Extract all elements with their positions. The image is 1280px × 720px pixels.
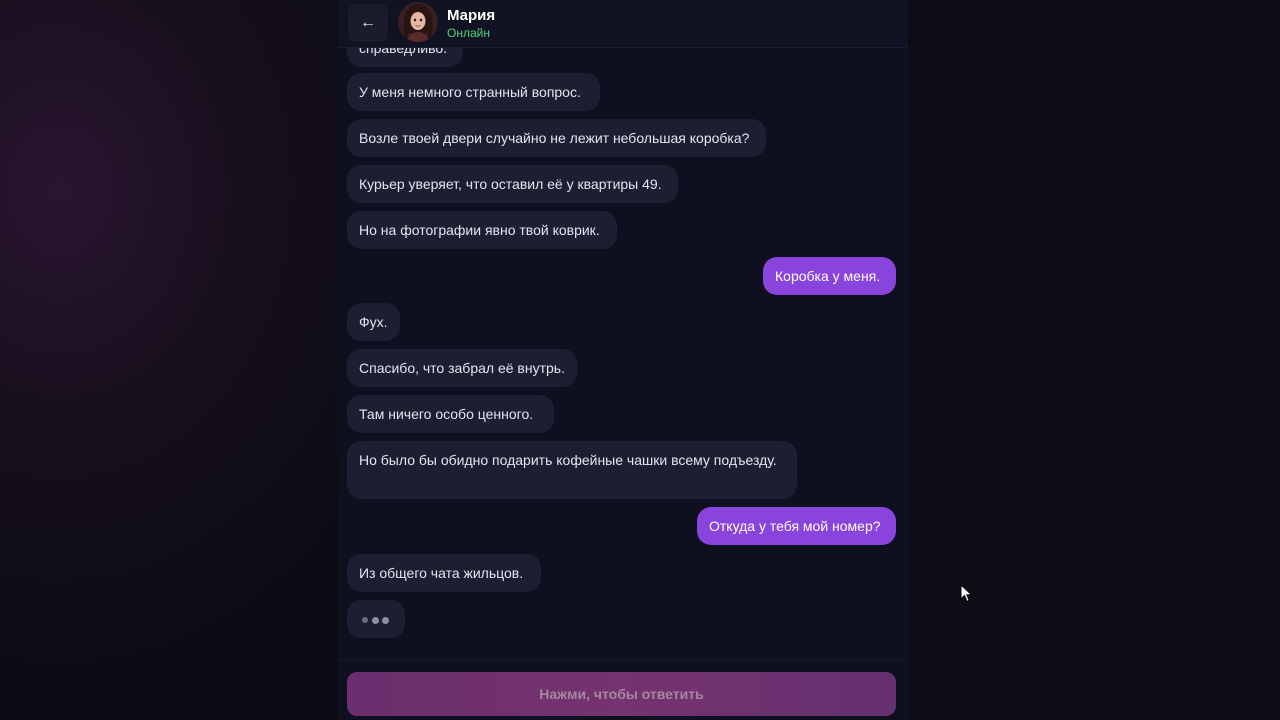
arrow-left-icon: ← [360,14,376,31]
message-outgoing: Коробка у меня. [763,257,896,295]
reply-button[interactable]: Нажми, чтобы ответить [347,672,896,716]
online-status: Онлайн [447,26,490,40]
message-list[interactable]: справедливо. У меня немного странный воп… [338,0,908,660]
message-incoming: Но было бы обидно подарить кофейные чашк… [347,441,797,499]
mouse-cursor-icon [960,584,973,603]
message-incoming: Но на фотографии явно твой коврик. [347,211,617,249]
message-incoming: Из общего чата жильцов. [347,554,541,592]
chat-header: ← Мария Онлайн [338,0,908,48]
typing-dot [382,617,389,624]
typing-dot [372,617,379,624]
message-incoming: Фух. [347,303,400,341]
avatar[interactable] [398,2,438,42]
avatar-portrait-icon [398,2,438,42]
typing-indicator [347,600,405,638]
message-incoming: Курьер уверяет, что оставил её у квартир… [347,165,678,203]
background-right [908,0,1280,720]
message-incoming: Спасибо, что забрал её внутрь. [347,349,577,387]
message-incoming: У меня немного странный вопрос. [347,73,600,111]
message-outgoing: Откуда у тебя мой номер? [697,507,896,545]
reply-bar: Нажми, чтобы ответить [338,660,908,720]
back-button[interactable]: ← [348,4,388,42]
message-incoming: Возле твоей двери случайно не лежит небо… [347,119,766,157]
typing-dot [362,617,368,623]
message-incoming: Там ничего особо ценного. [347,395,554,433]
chat-window: справедливо. У меня немного странный воп… [338,0,908,720]
contact-name: Мария [447,7,496,24]
background-left [0,0,338,720]
